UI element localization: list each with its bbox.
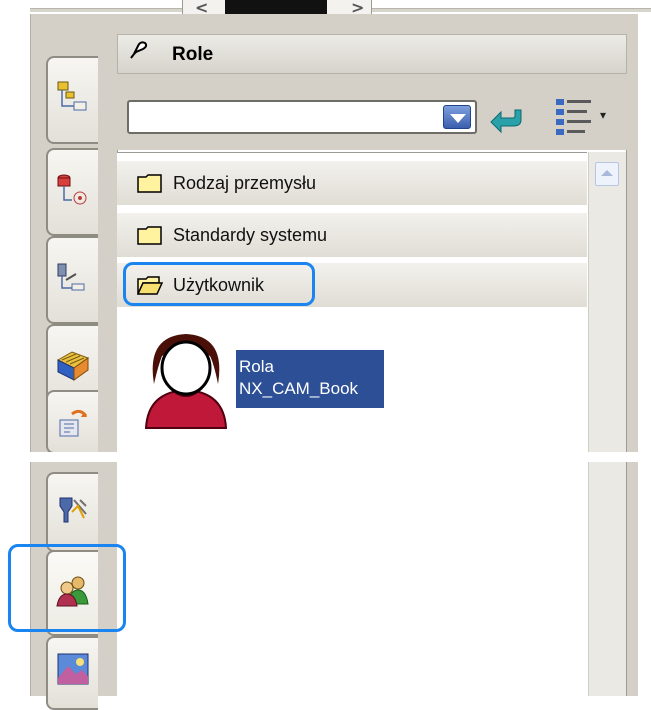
panel-title: Role xyxy=(172,44,214,65)
web-browser-icon xyxy=(59,497,87,523)
assembly-navigator-icon xyxy=(57,81,87,111)
pin-icon[interactable] xyxy=(128,38,150,60)
list-view-icon[interactable] xyxy=(553,96,595,138)
dropdown-arrow-icon[interactable] xyxy=(443,105,471,129)
folder-icon xyxy=(137,226,162,245)
divider xyxy=(0,452,651,462)
chevron-down-icon[interactable]: ▾ xyxy=(600,108,606,122)
tab-system-scenes[interactable] xyxy=(46,636,98,710)
tree-folder-row[interactable]: Rodzaj przemysłu xyxy=(117,161,587,207)
user-role-icon[interactable] xyxy=(140,330,232,430)
role-name: NX_CAM_Book xyxy=(239,379,359,398)
role-item-label[interactable]: Rola NX_CAM_Book xyxy=(236,350,384,408)
hd3d-tools-icon xyxy=(59,409,88,437)
folder-label: Rodzaj przemysłu xyxy=(173,173,317,193)
vertical-scrollbar[interactable] xyxy=(588,152,626,696)
tab-assembly-navigator[interactable] xyxy=(46,56,98,144)
callout-highlight-folder xyxy=(123,262,315,306)
scroll-up-icon[interactable] xyxy=(595,162,619,186)
tab-hd3d-tools[interactable] xyxy=(46,390,98,454)
role-label-line: Rola xyxy=(239,357,274,376)
back-arrow-icon[interactable] xyxy=(489,104,525,134)
folder-icon xyxy=(137,174,162,193)
part-navigator-icon xyxy=(57,263,85,291)
folder-label: Standardy systemu xyxy=(173,225,328,245)
system-scenes-icon xyxy=(57,653,89,685)
callout-highlight-roles-tab xyxy=(8,544,126,632)
role-filter-combobox[interactable] xyxy=(127,100,477,134)
reuse-library-icon xyxy=(56,351,90,381)
tree-folder-row[interactable]: Standardy systemu xyxy=(117,213,587,259)
tab-web-browser[interactable] xyxy=(46,472,98,552)
tab-part-navigator[interactable] xyxy=(46,236,98,324)
tab-constraint-navigator[interactable] xyxy=(46,148,98,236)
constraint-navigator-icon xyxy=(57,174,87,205)
